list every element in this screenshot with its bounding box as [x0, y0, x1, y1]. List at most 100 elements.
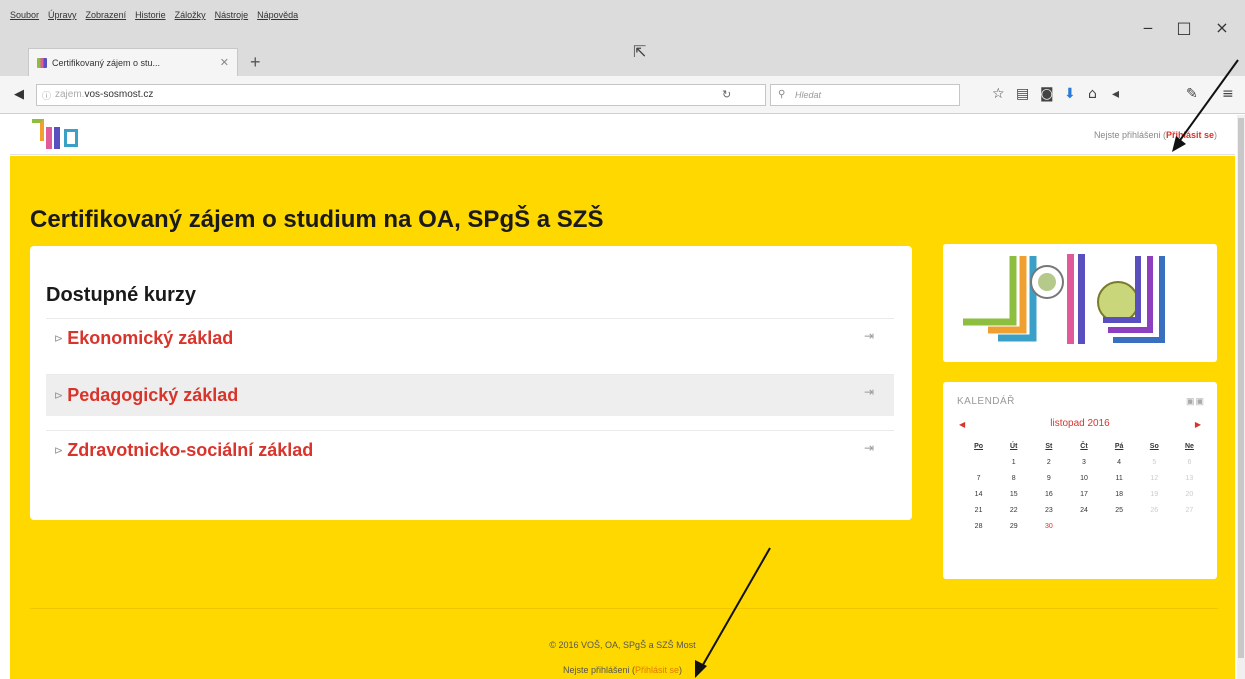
- send-icon[interactable]: ◂: [1112, 86, 1119, 102]
- calendar-day: 5: [1152, 458, 1157, 466]
- calendar-day: 11: [1115, 474, 1123, 482]
- site-logo[interactable]: [32, 117, 90, 149]
- search-icon: ⚲: [778, 89, 786, 100]
- calendar-day: 24: [1080, 506, 1088, 514]
- url-bar[interactable]: ⓘ zajem.vos-sosmost.cz: [36, 84, 766, 106]
- favicon-icon: [37, 57, 47, 68]
- pocket-icon[interactable]: ◙: [1040, 86, 1054, 102]
- calendar-day: 10: [1080, 474, 1088, 482]
- menu-zalozky[interactable]: Záložky: [175, 10, 206, 20]
- calendar-weekdays: Po Út St Čt Pá So Ne: [961, 438, 1207, 454]
- calendar-day: 29: [1009, 522, 1018, 530]
- calendar-day: 19: [1150, 490, 1159, 498]
- calendar-day: 22: [1009, 506, 1018, 514]
- mouse-cursor-icon: ⇱: [633, 44, 647, 61]
- calendar-today[interactable]: 30: [1045, 523, 1053, 530]
- courses-block: Dostupné kurzy ⊳ Ekonomický základ ⇥ ⊳ P…: [30, 246, 912, 520]
- pen-icon[interactable]: ✎: [1186, 86, 1198, 102]
- calendar-grid: Po Út St Čt Pá So Ne 1 2 3 4 5 6 7 8 9 1…: [961, 438, 1207, 534]
- weekday: St: [1045, 442, 1053, 450]
- reload-icon[interactable]: ↻: [722, 88, 731, 101]
- calendar-day: 17: [1080, 490, 1088, 498]
- info-icon[interactable]: ⓘ: [42, 89, 51, 102]
- menu-soubor[interactable]: Soubor: [10, 10, 39, 20]
- calendar-day: 2: [1046, 458, 1051, 466]
- course-icon: ⊳: [54, 444, 64, 457]
- calendar-day: 20: [1185, 490, 1194, 498]
- weekday: Pá: [1114, 442, 1124, 450]
- login-status: Nejste přihlášeni (Přihlásit se): [1094, 130, 1217, 140]
- enter-course-icon[interactable]: ⇥: [864, 329, 874, 343]
- calendar-day: 9: [1046, 474, 1051, 482]
- courses-heading: Dostupné kurzy: [46, 284, 197, 306]
- course-item[interactable]: ⊳ Ekonomický základ ⇥: [46, 318, 894, 358]
- bookmarks-list-icon[interactable]: ▤: [1016, 86, 1029, 102]
- menu-list: Soubor Úpravy Zobrazení Historie Záložky…: [10, 10, 298, 20]
- next-month-icon[interactable]: ▶: [1195, 420, 1201, 429]
- calendar-day: 23: [1044, 506, 1053, 514]
- footer-divider: [30, 608, 1218, 609]
- menu-zobrazeni[interactable]: Zobrazení: [86, 10, 127, 20]
- login-status-text: Nejste přihlášeni (: [1093, 130, 1166, 140]
- course-item[interactable]: ⊳ Pedagogický základ ⇥: [46, 374, 894, 416]
- weekday: Út: [1010, 442, 1018, 450]
- browser-tab[interactable]: Certifikovaný zájem o stu... ✕: [28, 48, 238, 76]
- calendar-day: 14: [974, 490, 983, 498]
- search-input[interactable]: ⚲ Hledat: [770, 84, 960, 106]
- calendar-title: KALENDÁŘ: [957, 396, 1015, 407]
- course-icon: ⊳: [54, 332, 64, 345]
- block-controls-icon[interactable]: ▣▣: [1186, 396, 1205, 407]
- bookmark-star-icon[interactable]: ☆: [992, 86, 1005, 102]
- calendar-day: 7: [976, 474, 981, 482]
- logo-block: [943, 244, 1217, 362]
- tab-title: Certifikovaný zájem o stu...: [52, 57, 161, 68]
- menu-upravy[interactable]: Úpravy: [48, 10, 77, 20]
- menu-nastroje[interactable]: Nástroje: [215, 10, 249, 20]
- page-title: Certifikovaný zájem o studium na OA, SPg…: [30, 206, 604, 233]
- course-link[interactable]: Zdravotnicko-sociální základ: [67, 440, 313, 461]
- course-icon: ⊳: [54, 389, 64, 402]
- menu-historie[interactable]: Historie: [135, 10, 166, 20]
- footer-login-link[interactable]: Přihlásit se: [635, 665, 679, 675]
- search-placeholder: Hledat: [795, 90, 822, 100]
- weekday: Po: [974, 442, 984, 450]
- calendar-day: 18: [1115, 490, 1124, 498]
- calendar-day: 27: [1185, 506, 1194, 514]
- weekday: Ne: [1184, 442, 1194, 450]
- calendar-day: 28: [974, 522, 983, 530]
- calendar-week: 7 8 9 10 11 12 13: [961, 470, 1207, 486]
- back-arrow-icon[interactable]: ◀: [14, 86, 24, 102]
- weekday: So: [1149, 442, 1159, 450]
- calendar-day: 6: [1187, 458, 1192, 466]
- calendar-day: 12: [1150, 474, 1159, 482]
- maximize-button[interactable]: □: [1174, 18, 1194, 37]
- download-icon[interactable]: ⬇: [1064, 86, 1076, 102]
- calendar-day: 1: [1011, 458, 1016, 466]
- new-tab-button[interactable]: +: [250, 52, 261, 73]
- calendar-week: 28 29 30: [961, 518, 1207, 534]
- school-logo: [963, 254, 1165, 344]
- home-icon[interactable]: ⌂: [1088, 86, 1097, 102]
- calendar-day: 25: [1115, 506, 1124, 514]
- weekday: Čt: [1080, 442, 1088, 450]
- enter-course-icon[interactable]: ⇥: [864, 441, 874, 455]
- calendar-day: 13: [1185, 474, 1194, 482]
- site-header: Nejste přihlášeni (Přihlásit se): [10, 115, 1235, 155]
- course-item[interactable]: ⊳ Zdravotnicko-sociální základ ⇥: [46, 430, 894, 470]
- course-link[interactable]: Ekonomický základ: [67, 328, 233, 349]
- calendar-week: 14 15 16 17 18 19 20: [961, 486, 1207, 502]
- footer-login-text: Nejste přihlášeni (: [562, 665, 635, 675]
- close-window-button[interactable]: ×: [1212, 18, 1232, 37]
- calendar-day: 15: [1009, 490, 1018, 498]
- menu-napoveda[interactable]: Nápověda: [257, 10, 298, 20]
- calendar-month[interactable]: listopad 2016: [943, 418, 1217, 429]
- tab-close-icon[interactable]: ✕: [220, 56, 229, 69]
- hamburger-menu-icon[interactable]: ≡: [1222, 86, 1234, 102]
- login-link[interactable]: Přihlásit se: [1166, 130, 1214, 140]
- minimize-button[interactable]: ‒: [1138, 18, 1158, 37]
- scrollbar-thumb[interactable]: [1238, 118, 1244, 658]
- enter-course-icon[interactable]: ⇥: [864, 385, 874, 399]
- calendar-day: 16: [1044, 490, 1053, 498]
- calendar-day: 3: [1082, 458, 1086, 466]
- course-link[interactable]: Pedagogický základ: [67, 385, 238, 406]
